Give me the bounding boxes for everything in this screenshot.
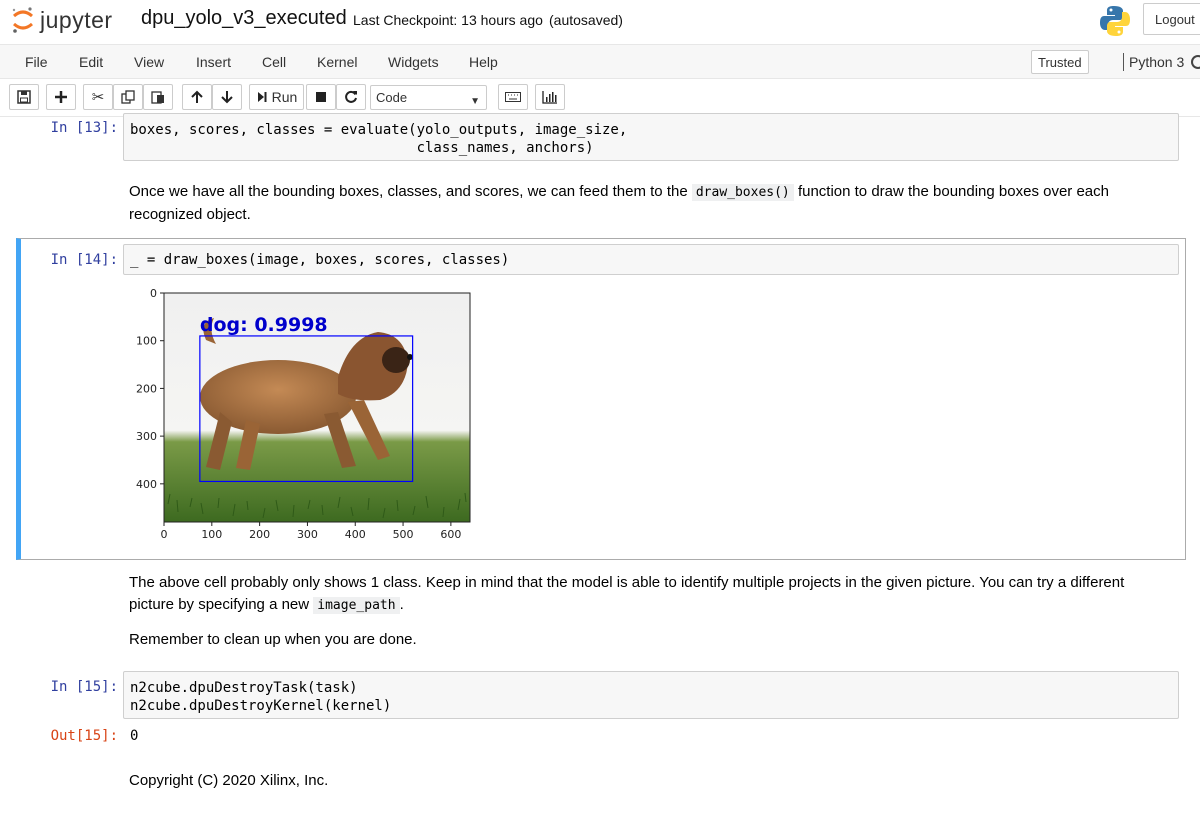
jupyter-logo-text: jupyter (40, 6, 113, 33)
command-palette-button[interactable] (498, 84, 528, 110)
menu-view[interactable]: View (134, 54, 164, 70)
menu-file[interactable]: File (25, 54, 48, 70)
checkpoint-status: Last Checkpoint: 13 hours ago (353, 12, 543, 28)
restart-icon (345, 90, 357, 103)
kernel-status-icon (1191, 55, 1200, 69)
run-icon (257, 92, 267, 102)
output-value: 0 (130, 728, 139, 744)
arrow-up-icon (191, 90, 203, 103)
y-tick-label: 400 (136, 478, 157, 491)
copy-icon (121, 90, 135, 104)
markdown-cell[interactable]: Once we have all the bounding boxes, cla… (129, 181, 1129, 226)
input-prompt: In [13]: (50, 120, 118, 136)
markdown-text: . (399, 596, 404, 613)
cell-type-select[interactable]: Code ▼ (370, 85, 487, 110)
restart-button[interactable] (336, 84, 366, 110)
cut-button[interactable]: ✂ (83, 84, 113, 110)
menu-insert[interactable]: Insert (196, 54, 231, 70)
stop-icon (316, 92, 326, 102)
autosave-status: (autosaved) (549, 12, 623, 28)
toolbar: ✂ Run Code ▼ (0, 79, 1200, 117)
interrupt-button[interactable] (306, 84, 336, 110)
x-tick-label: 600 (440, 528, 461, 541)
kernel-name[interactable]: Python 3 (1129, 54, 1184, 70)
menubar: File Edit View Insert Cell Kernel Widget… (0, 44, 1200, 79)
header: jupyter dpu_yolo_v3_executed Last Checkp… (0, 0, 1200, 44)
code-input[interactable]: boxes, scores, classes = evaluate(yolo_o… (123, 113, 1179, 161)
y-tick-label: 300 (136, 430, 157, 443)
y-tick-label: 0 (150, 287, 157, 300)
trusted-indicator[interactable]: Trusted (1031, 50, 1089, 74)
notebook-name[interactable]: dpu_yolo_v3_executed (141, 7, 347, 30)
jupyter-logo[interactable]: jupyter (10, 5, 113, 35)
markdown-text: The above cell probably only shows 1 cla… (129, 574, 1125, 613)
x-tick-label: 0 (161, 528, 168, 541)
insert-cell-button[interactable] (46, 84, 76, 110)
detection-plot: dog: 0.9998 0 100 200 300 400 500 600 0 100 200 3… (136, 287, 471, 541)
x-tick-label: 400 (345, 528, 366, 541)
code-input[interactable]: n2cube.dpuDestroyTask(task) n2cube.dpuDe… (123, 671, 1179, 719)
copy-button[interactable] (113, 84, 143, 110)
markdown-paragraph: Copyright (C) 2020 Xilinx, Inc. (129, 772, 329, 789)
detection-label: dog: 0.9998 (200, 314, 328, 336)
inline-code: image_path (313, 597, 400, 614)
markdown-text: Once we have all the bounding boxes, cla… (129, 183, 688, 200)
input-prompt: In [14]: (50, 252, 118, 268)
plus-icon (55, 91, 67, 103)
arrow-down-icon (221, 91, 233, 104)
notebook-container[interactable]: In [13]: boxes, scores, classes = evalua… (0, 113, 1200, 820)
run-label: Run (271, 89, 298, 105)
move-down-button[interactable] (212, 84, 242, 110)
save-button[interactable] (9, 84, 39, 110)
x-tick-label: 100 (201, 528, 222, 541)
inline-code: draw_boxes() (691, 184, 794, 201)
y-tick-label: 100 (136, 335, 157, 348)
menu-cell[interactable]: Cell (262, 54, 286, 70)
paste-button[interactable] (143, 84, 173, 110)
x-tick-label: 500 (393, 528, 414, 541)
jupyter-logo-icon (12, 7, 33, 33)
cut-icon: ✂ (91, 89, 105, 106)
menu-help[interactable]: Help (469, 54, 498, 70)
x-tick-label: 200 (249, 528, 270, 541)
x-axis: 0 100 200 300 400 500 600 (161, 522, 461, 541)
code-input[interactable]: _ = draw_boxes(image, boxes, scores, cla… (123, 244, 1179, 275)
cell-type-value: Code (376, 90, 408, 105)
chart-icon (542, 91, 557, 104)
run-button[interactable]: Run (249, 84, 304, 110)
menu-kernel[interactable]: Kernel (317, 54, 357, 70)
input-prompt: In [15]: (50, 679, 118, 695)
chevron-down-icon: ▼ (470, 96, 480, 107)
y-axis: 0 100 200 300 400 (136, 287, 164, 491)
menu-widgets[interactable]: Widgets (388, 54, 439, 70)
chart-button[interactable] (535, 84, 565, 110)
markdown-cell[interactable]: The above cell probably only shows 1 cla… (129, 572, 1169, 617)
menu-edit[interactable]: Edit (79, 54, 103, 70)
kernel-separator (1123, 53, 1124, 71)
markdown-paragraph: Remember to clean up when you are done. (129, 631, 417, 648)
save-icon (17, 90, 31, 104)
logout-button[interactable]: Logout (1143, 3, 1200, 35)
paste-icon (151, 91, 164, 104)
x-tick-label: 300 (297, 528, 318, 541)
python-logo-icon (1100, 6, 1130, 36)
move-up-button[interactable] (182, 84, 212, 110)
keyboard-icon (505, 92, 521, 102)
output-prompt: Out[15]: (50, 728, 118, 744)
y-tick-label: 200 (136, 382, 157, 395)
